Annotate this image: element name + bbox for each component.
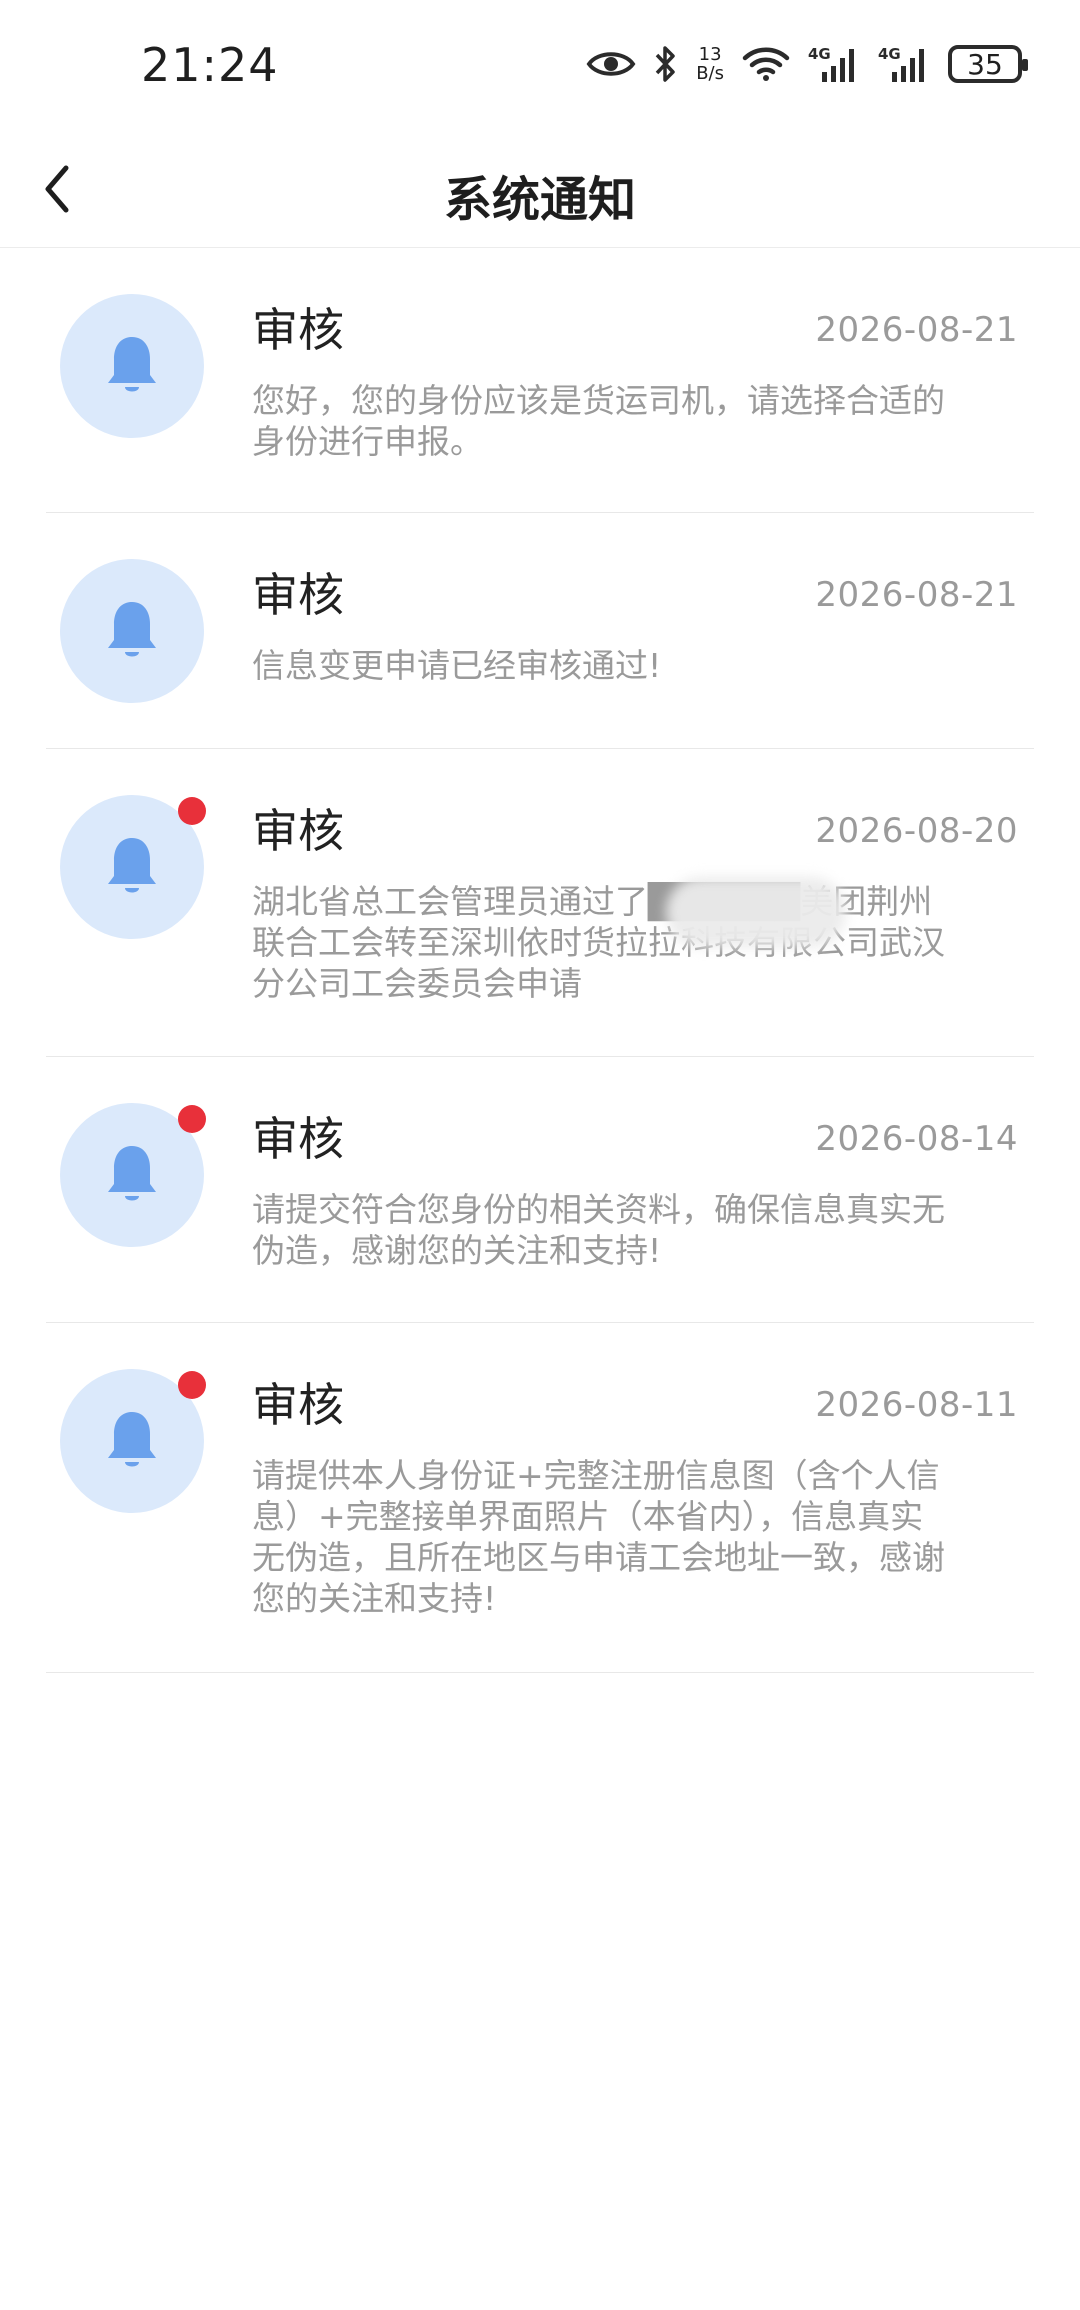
unread-dot xyxy=(178,797,206,825)
battery-icon: 35 xyxy=(948,45,1028,83)
bluetooth-icon xyxy=(654,44,678,84)
signal-4g-icon: 4G xyxy=(878,44,930,84)
notice-title: 审核 xyxy=(252,303,344,357)
wifi-icon xyxy=(742,46,790,82)
notice-title: 审核 xyxy=(252,1378,344,1432)
bell-icon xyxy=(108,1412,156,1467)
notice-list: 审核 2026-08-21 您好，您的身份应该是货运司机，请选择合适的身份进行申… xyxy=(0,248,1080,1673)
unread-dot xyxy=(178,1371,206,1399)
notice-body: 您好，您的身份应该是货运司机，请选择合适的身份进行申报。 xyxy=(252,381,945,461)
notice-title: 审核 xyxy=(252,568,344,622)
eye-icon xyxy=(586,48,636,80)
notice-item[interactable]: 审核 2026-08-20 湖北省总工会管理员通过了██████美团荆州联合工会… xyxy=(46,749,1034,1057)
notice-body: 请提供本人身份证+完整注册信息图（含个人信息）+完整接单界面照片（本省内），信息… xyxy=(252,1456,945,1618)
notice-body: 请提交符合您身份的相关资料，确保信息真实无伪造，感谢您的关注和支持! xyxy=(252,1190,945,1270)
notice-body: 信息变更申请已经审核通过! xyxy=(252,646,662,685)
bell-icon xyxy=(108,838,156,893)
svg-text:4G: 4G xyxy=(808,45,831,63)
status-icons: 13 B/s 4G 4G 35 xyxy=(586,36,1028,92)
net-speed-value: 13 xyxy=(698,44,722,65)
notice-body: 湖北省总工会管理员通过了██████美团荆州联合工会转至深圳依时货拉拉科技有限公… xyxy=(252,882,945,1003)
notice-item[interactable]: 审核 2026-08-14 请提交符合您身份的相关资料，确保信息真实无伪造，感谢… xyxy=(46,1057,1034,1323)
network-speed: 13 B/s xyxy=(696,45,724,83)
notice-avatar xyxy=(60,1103,206,1247)
notice-date: 2026-08-11 xyxy=(815,1385,1018,1425)
notice-date: 2026-08-21 xyxy=(815,310,1018,350)
svg-text:4G: 4G xyxy=(878,45,901,63)
bell-icon xyxy=(108,602,156,657)
notice-date: 2026-08-14 xyxy=(815,1119,1018,1159)
unread-dot xyxy=(178,1105,206,1133)
notice-avatar xyxy=(60,1369,206,1513)
notice-item[interactable]: 审核 2026-08-21 信息变更申请已经审核通过! xyxy=(46,513,1034,749)
nav-header: 系统通知 xyxy=(0,130,1080,248)
notice-date: 2026-08-20 xyxy=(815,811,1018,851)
bell-icon xyxy=(108,1146,156,1201)
notice-item[interactable]: 审核 2026-08-21 您好，您的身份应该是货运司机，请选择合适的身份进行申… xyxy=(46,248,1034,513)
notice-title: 审核 xyxy=(252,1112,344,1166)
status-bar: 21:24 13 B/s 4G 4G 35 xyxy=(0,0,1080,130)
page-title: 系统通知 xyxy=(443,172,636,228)
notice-item[interactable]: 审核 2026-08-11 请提供本人身份证+完整注册信息图（含个人信息）+完整… xyxy=(46,1323,1034,1673)
notice-avatar xyxy=(60,294,204,438)
notice-avatar xyxy=(60,795,206,939)
notice-title: 审核 xyxy=(252,804,344,858)
battery-level: 35 xyxy=(967,47,1003,81)
signal-4g-icon: 4G xyxy=(808,44,860,84)
net-speed-unit: B/s xyxy=(696,63,724,84)
status-time: 21:24 xyxy=(141,38,279,92)
redaction-blur xyxy=(666,877,846,947)
notice-date: 2026-08-21 xyxy=(815,575,1018,615)
notice-avatar xyxy=(60,559,204,703)
bell-icon xyxy=(108,337,156,392)
